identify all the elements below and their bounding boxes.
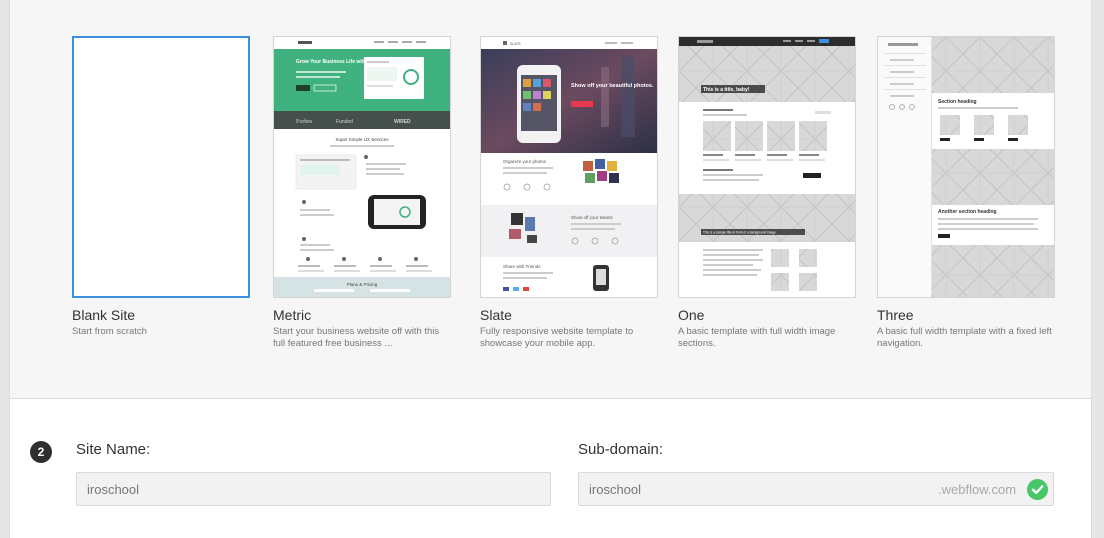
- subdomain-suffix: .webflow.com: [938, 482, 1017, 497]
- checkmark-icon: [1027, 479, 1048, 500]
- one-mid-text: This is a sample title in front of a bac…: [703, 231, 776, 235]
- subdomain-label: Sub-domain:: [578, 441, 664, 458]
- site-name-label: Site Name:: [76, 441, 151, 458]
- template-card-one[interactable]: This is a title, baby! This is a sample …: [678, 36, 856, 350]
- template-title: Metric: [273, 307, 312, 323]
- metric-logo-1: Forbes: [296, 119, 313, 125]
- slate-section-3: Share with Friends: [503, 264, 541, 269]
- template-desc: Start your business website off with thi…: [273, 326, 440, 349]
- one-preview-image: This is a title, baby! This is a sample …: [679, 37, 855, 297]
- three-heading-2: Another section heading: [938, 209, 997, 215]
- one-hero-text: This is a title, baby!: [703, 87, 750, 93]
- template-card-three[interactable]: Section heading Another section heading: [877, 36, 1055, 350]
- slate-section-2: Show off your tweets: [571, 215, 613, 220]
- template-desc: A basic template with full width image s…: [678, 326, 836, 349]
- slate-hero-text: Show off your beautiful photos.: [571, 83, 654, 89]
- metric-logo-2: Funded: [336, 119, 353, 125]
- site-details-form: 2 Site Name: Sub-domain: .webflow.com: [10, 399, 1091, 538]
- template-desc: A basic full width template with a fixed…: [877, 326, 1052, 349]
- template-thumb-blank[interactable]: [72, 36, 250, 298]
- slate-section-1: Organize your photos: [503, 159, 547, 164]
- template-card-slate[interactable]: SLATE Show off your beautiful photos. Or…: [480, 36, 658, 350]
- template-thumb-three[interactable]: Section heading Another section heading: [877, 36, 1055, 298]
- template-thumb-one[interactable]: This is a title, baby! This is a sample …: [678, 36, 856, 298]
- template-title: Slate: [480, 307, 512, 323]
- template-thumb-metric[interactable]: Grow Your Business Life with Metric Forb…: [273, 36, 451, 298]
- template-desc: Fully responsive website template to sho…: [480, 326, 634, 349]
- three-heading-1: Section heading: [938, 99, 977, 105]
- metric-section-title: Super Simple UX Services: [335, 137, 389, 142]
- template-thumb-slate[interactable]: SLATE Show off your beautiful photos. Or…: [480, 36, 658, 298]
- three-preview-image: Section heading Another section heading: [878, 37, 1054, 297]
- site-name-input[interactable]: [76, 472, 551, 506]
- slate-preview-image: SLATE Show off your beautiful photos. Or…: [481, 37, 657, 297]
- metric-logo-3: WIRED: [394, 119, 411, 125]
- slate-brand: SLATE: [510, 42, 521, 46]
- template-gallery: Blank Site Start from scratch Grow Your …: [10, 0, 1091, 398]
- template-title: One: [678, 307, 705, 323]
- template-title: Blank Site: [72, 307, 136, 323]
- template-desc: Start from scratch: [72, 326, 147, 337]
- create-site-panel: Blank Site Start from scratch Grow Your …: [9, 0, 1092, 538]
- template-card-metric[interactable]: Grow Your Business Life with Metric Forb…: [273, 36, 451, 350]
- metric-footer-title: Plans & Pricing: [347, 282, 378, 287]
- step-number-badge: 2: [30, 441, 52, 463]
- template-card-blank[interactable]: Blank Site Start from scratch: [72, 36, 250, 338]
- metric-preview-image: Grow Your Business Life with Metric Forb…: [274, 37, 450, 297]
- template-title: Three: [877, 307, 914, 323]
